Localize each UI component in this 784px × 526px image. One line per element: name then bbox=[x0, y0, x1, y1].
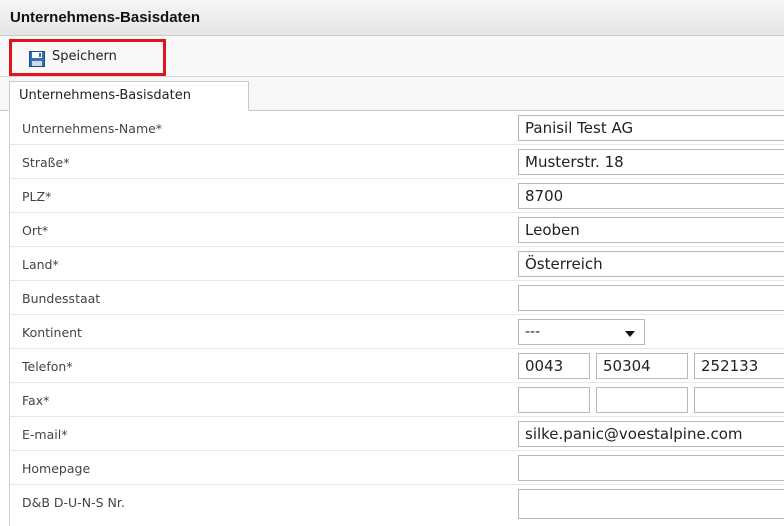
phone-country-code-field[interactable]: 0043 bbox=[518, 353, 590, 379]
form-row-continent: Kontinent --- bbox=[9, 315, 784, 349]
city-label: Ort* bbox=[22, 223, 49, 238]
duns-field[interactable] bbox=[518, 489, 784, 519]
window-titlebar: Unternehmens-Basisdaten bbox=[0, 0, 784, 36]
form-row-email: E-mail* silke.panic@voestalpine.com bbox=[9, 417, 784, 451]
continent-label: Kontinent bbox=[22, 325, 82, 340]
form-row-duns: D&B D-U-N-S Nr. bbox=[9, 485, 784, 526]
window-title: Unternehmens-Basisdaten bbox=[10, 9, 201, 26]
tab-label: Unternehmens-Basisdaten bbox=[19, 88, 191, 103]
homepage-label: Homepage bbox=[22, 461, 91, 476]
form-row-homepage: Homepage bbox=[9, 451, 784, 485]
form-row-zip: PLZ* 8700 bbox=[9, 179, 784, 213]
fax-area-code-field[interactable] bbox=[596, 387, 688, 413]
company-name-label: Unternehmens-Name* bbox=[22, 121, 163, 136]
phone-label: Telefon* bbox=[22, 359, 73, 374]
chevron-down-icon bbox=[625, 331, 635, 337]
email-field[interactable]: silke.panic@voestalpine.com bbox=[518, 421, 784, 447]
form-row-phone: Telefon* 0043 50304 252133 bbox=[9, 349, 784, 383]
form-row-country: Land* Österreich bbox=[9, 247, 784, 281]
phone-number-field[interactable]: 252133 bbox=[694, 353, 784, 379]
duns-label: D&B D-U-N-S Nr. bbox=[22, 495, 125, 510]
zip-field[interactable]: 8700 bbox=[518, 183, 784, 209]
tab-strip: Unternehmens-Basisdaten bbox=[0, 77, 784, 111]
email-label: E-mail* bbox=[22, 427, 68, 442]
street-field[interactable]: Musterstr. 18 bbox=[518, 149, 784, 175]
save-button[interactable]: Speichern bbox=[9, 39, 166, 76]
form-row-state: Bundesstaat bbox=[9, 281, 784, 315]
tab-company-basics[interactable]: Unternehmens-Basisdaten bbox=[9, 81, 249, 111]
continent-select[interactable]: --- bbox=[518, 319, 645, 345]
city-field[interactable]: Leoben bbox=[518, 217, 784, 243]
floppy-disk-icon bbox=[29, 51, 45, 67]
toolbar: Speichern bbox=[0, 36, 784, 77]
continent-select-value: --- bbox=[525, 324, 541, 340]
form-row-city: Ort* Leoben bbox=[9, 213, 784, 247]
form-row-street: Straße* Musterstr. 18 bbox=[9, 145, 784, 179]
phone-area-code-field[interactable]: 50304 bbox=[596, 353, 688, 379]
save-button-label: Speichern bbox=[52, 49, 117, 64]
country-field[interactable]: Österreich bbox=[518, 251, 784, 277]
country-label: Land* bbox=[22, 257, 59, 272]
form-row-company-name: Unternehmens-Name* Panisil Test AG bbox=[9, 111, 784, 145]
zip-label: PLZ* bbox=[22, 189, 52, 204]
fax-country-code-field[interactable] bbox=[518, 387, 590, 413]
form-row-fax: Fax* bbox=[9, 383, 784, 417]
state-field[interactable] bbox=[518, 285, 784, 311]
company-name-field[interactable]: Panisil Test AG bbox=[518, 115, 784, 141]
fax-number-field[interactable] bbox=[694, 387, 784, 413]
street-label: Straße* bbox=[22, 155, 70, 170]
fax-label: Fax* bbox=[22, 393, 50, 408]
homepage-field[interactable] bbox=[518, 455, 784, 481]
state-label: Bundesstaat bbox=[22, 291, 101, 306]
